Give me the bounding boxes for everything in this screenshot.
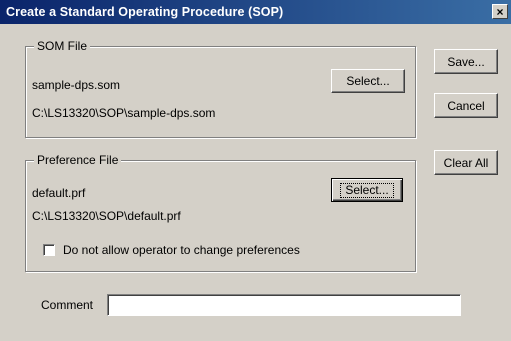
som-file-group: SOM File sample-dps.som C:\LS13320\SOP\s…: [25, 39, 416, 138]
som-path: C:\LS13320\SOP\sample-dps.som: [32, 106, 216, 120]
sop-dialog: Create a Standard Operating Procedure (S…: [0, 0, 511, 341]
clear-all-button[interactable]: Clear All: [434, 150, 498, 175]
preference-select-label: Select...: [340, 182, 394, 198]
title-bar[interactable]: Create a Standard Operating Procedure (S…: [0, 0, 511, 24]
comment-label: Comment: [41, 298, 94, 312]
som-filename: sample-dps.som: [32, 78, 121, 92]
cancel-button[interactable]: Cancel: [434, 93, 498, 118]
preference-file-group: Preference File default.prf C:\LS13320\S…: [25, 153, 416, 272]
comment-input[interactable]: [107, 294, 461, 316]
preference-filename: default.prf: [32, 186, 86, 200]
prevent-change-label[interactable]: Do not allow operator to change preferen…: [63, 243, 300, 257]
som-select-button[interactable]: Select...: [331, 69, 405, 93]
close-button[interactable]: ×: [492, 4, 508, 19]
preference-path: C:\LS13320\SOP\default.prf: [32, 209, 181, 223]
close-icon: ×: [496, 5, 504, 19]
window-title: Create a Standard Operating Procedure (S…: [6, 5, 284, 19]
prevent-change-checkbox[interactable]: [43, 244, 55, 256]
som-file-legend: SOM File: [34, 39, 91, 53]
preference-file-legend: Preference File: [34, 153, 122, 167]
preference-select-button[interactable]: Select...: [331, 178, 403, 202]
save-button[interactable]: Save...: [434, 49, 498, 74]
